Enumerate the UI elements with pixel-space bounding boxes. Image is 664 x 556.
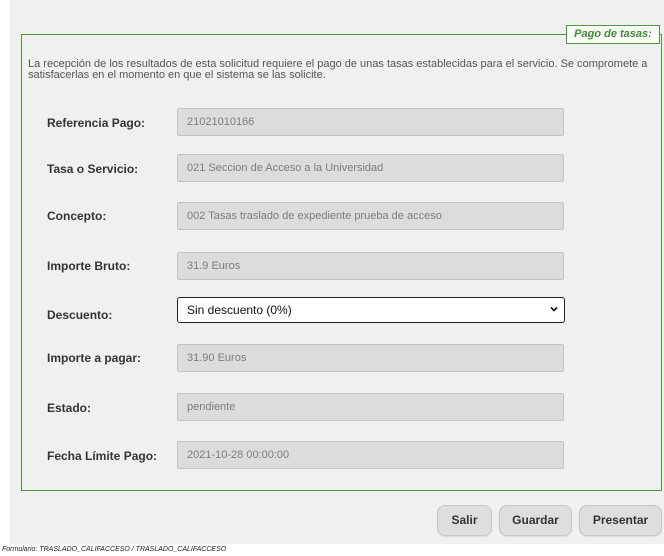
- fieldset-legend: Pago de tasas:: [566, 25, 660, 44]
- importe-pagar-label: Importe a pagar:: [47, 351, 142, 365]
- concepto-label: Concepto:: [47, 209, 107, 223]
- intro-text: La recepción de los resultados de esta s…: [28, 58, 648, 81]
- chevron-down-icon: [550, 306, 558, 312]
- referencia-pago-field: 21021010166: [177, 108, 564, 136]
- referencia-pago-label: Referencia Pago:: [47, 116, 146, 130]
- descuento-select[interactable]: Sin descuento (0%): [177, 297, 565, 323]
- descuento-label: Descuento:: [47, 308, 113, 322]
- descuento-selected-value: Sin descuento (0%): [187, 303, 292, 317]
- salir-button[interactable]: Salir: [437, 505, 492, 536]
- form-footer: Formulario: TRASLADO_CALIFACCESO / TRASL…: [2, 546, 227, 553]
- tasa-servicio-field: 021 Seccion de Acceso a la Universidad: [177, 154, 564, 182]
- concepto-field: 002 Tasas traslado de expediente prueba …: [177, 202, 564, 230]
- estado-field: pendiente: [177, 393, 564, 421]
- fecha-limite-label: Fecha Límite Pago:: [47, 449, 158, 463]
- tasa-servicio-label: Tasa o Servicio:: [47, 162, 139, 176]
- importe-bruto-field: 31.9 Euros: [177, 252, 564, 280]
- estado-label: Estado:: [47, 401, 92, 415]
- guardar-button[interactable]: Guardar: [499, 505, 572, 536]
- fecha-limite-field: 2021-10-28 00:00:00: [177, 441, 564, 469]
- presentar-button[interactable]: Presentar: [579, 505, 662, 536]
- importe-bruto-label: Importe Bruto:: [47, 259, 131, 273]
- importe-pagar-field: 31.90 Euros: [177, 344, 564, 372]
